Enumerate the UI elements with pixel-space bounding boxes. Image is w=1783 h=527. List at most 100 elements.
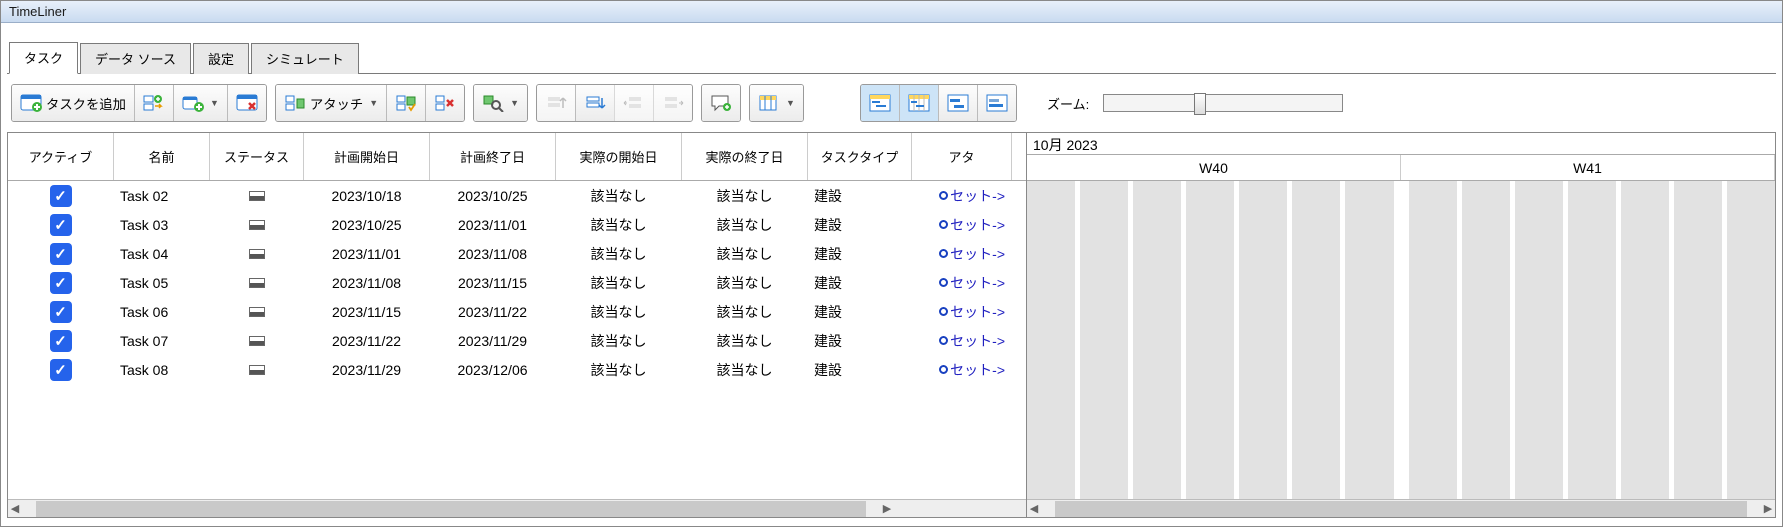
grid-hscroll[interactable]: ◀ ▶ — [8, 499, 1026, 517]
col-status[interactable]: ステータス — [210, 133, 304, 180]
active-checkbox[interactable]: ✓ — [50, 359, 72, 381]
cell-plan-start[interactable]: 2023/11/15 — [304, 304, 430, 320]
auto-attach-button[interactable] — [386, 85, 425, 121]
cell-act-end[interactable]: 該当なし — [682, 331, 808, 351]
cell-name[interactable]: Task 07 — [114, 333, 210, 349]
active-checkbox[interactable]: ✓ — [50, 330, 72, 352]
cell-plan-start[interactable]: 2023/11/29 — [304, 362, 430, 378]
col-attached[interactable]: アタ — [912, 133, 1012, 180]
cell-plan-end[interactable]: 2023/11/29 — [430, 333, 556, 349]
cell-status[interactable] — [210, 278, 304, 288]
cell-plan-start[interactable]: 2023/10/25 — [304, 217, 430, 233]
cell-name[interactable]: Task 04 — [114, 246, 210, 262]
cell-type[interactable]: 建設 — [808, 244, 912, 264]
cell-name[interactable]: Task 02 — [114, 188, 210, 204]
cell-act-start[interactable]: 該当なし — [556, 360, 682, 380]
outdent-button[interactable] — [614, 85, 653, 121]
gantt-hscroll[interactable]: ◀ ▶ — [1027, 499, 1775, 517]
auto-add-tasks-button[interactable]: ▼ — [173, 85, 227, 121]
cell-plan-start[interactable]: 2023/11/22 — [304, 333, 430, 349]
active-checkbox[interactable]: ✓ — [50, 243, 72, 265]
cell-attached[interactable]: セット-> — [912, 186, 1012, 206]
cell-status[interactable] — [210, 249, 304, 259]
col-act-start[interactable]: 実際の開始日 — [556, 133, 682, 180]
cell-type[interactable]: 建設 — [808, 331, 912, 351]
table-row[interactable]: ✓Task 022023/10/182023/10/25該当なし該当なし建設セッ… — [8, 181, 1026, 210]
add-task-button[interactable]: タスクを追加 — [12, 85, 134, 121]
col-plan-start[interactable]: 計画開始日 — [304, 133, 430, 180]
cell-status[interactable] — [210, 191, 304, 201]
cell-act-start[interactable]: 該当なし — [556, 186, 682, 206]
cell-attached[interactable]: セット-> — [912, 331, 1012, 351]
cell-name[interactable]: Task 03 — [114, 217, 210, 233]
add-comment-button[interactable] — [702, 85, 740, 121]
tab-simulate[interactable]: シミュレート — [251, 43, 359, 74]
col-plan-end[interactable]: 計画終了日 — [430, 133, 556, 180]
cell-act-start[interactable]: 該当なし — [556, 331, 682, 351]
cell-attached[interactable]: セット-> — [912, 273, 1012, 293]
active-checkbox[interactable]: ✓ — [50, 301, 72, 323]
cell-attached[interactable]: セット-> — [912, 360, 1012, 380]
col-name[interactable]: 名前 — [114, 133, 210, 180]
scroll-left-icon[interactable]: ◀ — [8, 502, 22, 515]
cell-status[interactable] — [210, 220, 304, 230]
cell-type[interactable]: 建設 — [808, 302, 912, 322]
cell-act-end[interactable]: 該当なし — [682, 360, 808, 380]
indent-button[interactable] — [653, 85, 692, 121]
cell-plan-end[interactable]: 2023/10/25 — [430, 188, 556, 204]
gantt-body[interactable] — [1027, 181, 1775, 499]
cell-act-end[interactable]: 該当なし — [682, 215, 808, 235]
cell-type[interactable]: 建設 — [808, 186, 912, 206]
cell-name[interactable]: Task 06 — [114, 304, 210, 320]
scroll-right-icon[interactable]: ▶ — [880, 502, 894, 515]
cell-act-start[interactable]: 該当なし — [556, 215, 682, 235]
cell-status[interactable] — [210, 336, 304, 346]
cell-plan-end[interactable]: 2023/11/22 — [430, 304, 556, 320]
attach-button[interactable]: アタッチ ▼ — [276, 85, 386, 121]
clear-attach-button[interactable] — [425, 85, 464, 121]
columns-button[interactable]: ▼ — [750, 85, 803, 121]
cell-type[interactable]: 建設 — [808, 273, 912, 293]
col-active[interactable]: アクティブ — [8, 133, 114, 180]
scroll-right-icon[interactable]: ▶ — [1761, 502, 1775, 515]
table-row[interactable]: ✓Task 042023/11/012023/11/08該当なし該当なし建設セッ… — [8, 239, 1026, 268]
table-row[interactable]: ✓Task 062023/11/152023/11/22該当なし該当なし建設セッ… — [8, 297, 1026, 326]
col-type[interactable]: タスクタイプ — [808, 133, 912, 180]
cell-attached[interactable]: セット-> — [912, 244, 1012, 264]
cell-plan-end[interactable]: 2023/12/06 — [430, 362, 556, 378]
insert-task-button[interactable] — [134, 85, 173, 121]
cell-name[interactable]: Task 05 — [114, 275, 210, 291]
move-down-button[interactable] — [575, 85, 614, 121]
cell-plan-start[interactable]: 2023/11/01 — [304, 246, 430, 262]
active-checkbox[interactable]: ✓ — [50, 185, 72, 207]
zoom-slider-thumb[interactable] — [1194, 93, 1206, 115]
gantt-view-2-button[interactable] — [899, 85, 938, 121]
cell-plan-end[interactable]: 2023/11/15 — [430, 275, 556, 291]
scroll-left-icon[interactable]: ◀ — [1027, 502, 1041, 515]
cell-plan-start[interactable]: 2023/11/08 — [304, 275, 430, 291]
cell-plan-end[interactable]: 2023/11/08 — [430, 246, 556, 262]
gantt-view-3-button[interactable] — [938, 85, 977, 121]
scroll-track[interactable] — [1055, 501, 1747, 517]
gantt-view-1-button[interactable] — [861, 85, 899, 121]
cell-plan-end[interactable]: 2023/11/01 — [430, 217, 556, 233]
cell-act-start[interactable]: 該当なし — [556, 244, 682, 264]
active-checkbox[interactable]: ✓ — [50, 272, 72, 294]
active-checkbox[interactable]: ✓ — [50, 214, 72, 236]
cell-attached[interactable]: セット-> — [912, 302, 1012, 322]
cell-status[interactable] — [210, 307, 304, 317]
scroll-track[interactable] — [36, 501, 866, 517]
delete-task-button[interactable] — [227, 85, 266, 121]
cell-status[interactable] — [210, 365, 304, 375]
cell-act-end[interactable]: 該当なし — [682, 186, 808, 206]
cell-type[interactable]: 建設 — [808, 215, 912, 235]
cell-act-end[interactable]: 該当なし — [682, 302, 808, 322]
gantt-view-4-button[interactable] — [977, 85, 1016, 121]
table-row[interactable]: ✓Task 072023/11/222023/11/29該当なし該当なし建設セッ… — [8, 326, 1026, 355]
find-button[interactable]: ▼ — [474, 85, 527, 121]
zoom-slider[interactable] — [1103, 94, 1343, 112]
cell-act-start[interactable]: 該当なし — [556, 302, 682, 322]
tab-settings[interactable]: 設定 — [193, 43, 249, 74]
cell-plan-start[interactable]: 2023/10/18 — [304, 188, 430, 204]
cell-act-end[interactable]: 該当なし — [682, 273, 808, 293]
